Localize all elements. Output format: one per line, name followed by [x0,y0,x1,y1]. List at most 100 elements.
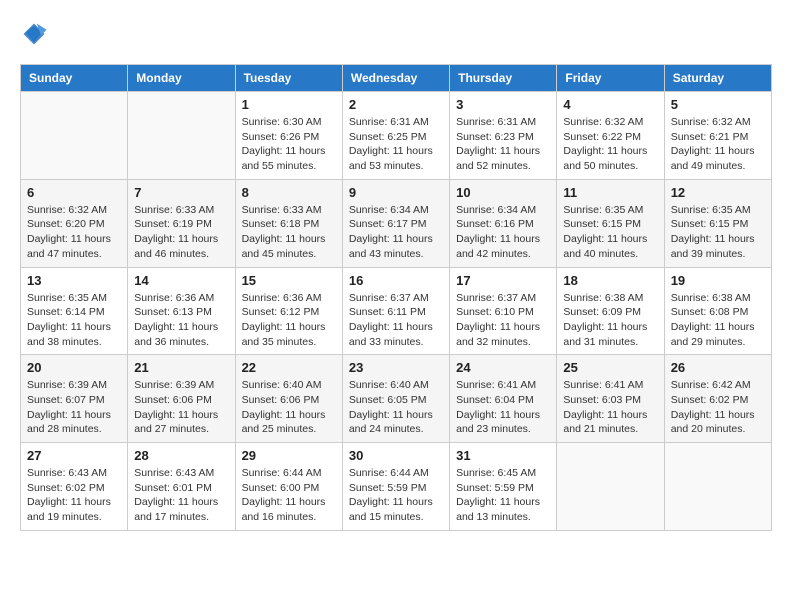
day-number: 31 [456,448,550,463]
day-info: Sunrise: 6:41 AMSunset: 6:04 PMDaylight:… [456,378,550,437]
day-number: 10 [456,185,550,200]
day-info: Sunrise: 6:37 AMSunset: 6:10 PMDaylight:… [456,291,550,350]
column-header-monday: Monday [128,65,235,92]
day-number: 27 [27,448,121,463]
calendar-cell: 20 Sunrise: 6:39 AMSunset: 6:07 PMDayligh… [21,355,128,443]
day-number: 28 [134,448,228,463]
calendar-cell: 2 Sunrise: 6:31 AMSunset: 6:25 PMDaylight… [342,92,449,180]
day-number: 7 [134,185,228,200]
logo-icon [20,20,48,48]
calendar-cell: 21 Sunrise: 6:39 AMSunset: 6:06 PMDayligh… [128,355,235,443]
day-number: 22 [242,360,336,375]
calendar-cell: 15 Sunrise: 6:36 AMSunset: 6:12 PMDayligh… [235,267,342,355]
calendar-cell: 10 Sunrise: 6:34 AMSunset: 6:16 PMDayligh… [450,179,557,267]
column-header-tuesday: Tuesday [235,65,342,92]
column-header-friday: Friday [557,65,664,92]
day-number: 25 [563,360,657,375]
day-info: Sunrise: 6:31 AMSunset: 6:23 PMDaylight:… [456,115,550,174]
calendar-cell: 26 Sunrise: 6:42 AMSunset: 6:02 PMDayligh… [664,355,771,443]
day-info: Sunrise: 6:37 AMSunset: 6:11 PMDaylight:… [349,291,443,350]
day-info: Sunrise: 6:32 AMSunset: 6:21 PMDaylight:… [671,115,765,174]
day-number: 12 [671,185,765,200]
day-info: Sunrise: 6:39 AMSunset: 6:06 PMDaylight:… [134,378,228,437]
calendar-week-1: 1Sunrise: 6:30 AMSunset: 6:26 PMDaylight… [21,92,772,180]
day-number: 19 [671,273,765,288]
day-info: Sunrise: 6:44 AMSunset: 6:00 PMDaylight:… [242,466,336,525]
day-info: Sunrise: 6:34 AMSunset: 6:17 PMDaylight:… [349,203,443,262]
calendar-cell: 11 Sunrise: 6:35 AMSunset: 6:15 PMDayligh… [557,179,664,267]
day-info: Sunrise: 6:38 AMSunset: 6:08 PMDaylight:… [671,291,765,350]
calendar-cell: 3 Sunrise: 6:31 AMSunset: 6:23 PMDaylight… [450,92,557,180]
calendar-cell: 28 Sunrise: 6:43 AMSunset: 6:01 PMDayligh… [128,443,235,531]
calendar-cell: 31 Sunrise: 6:45 AMSunset: 5:59 PMDayligh… [450,443,557,531]
calendar-table: SundayMondayTuesdayWednesdayThursdayFrid… [20,64,772,531]
calendar-cell: 25 Sunrise: 6:41 AMSunset: 6:03 PMDayligh… [557,355,664,443]
calendar-cell [21,92,128,180]
calendar-cell: 1Sunrise: 6:30 AMSunset: 6:26 PMDaylight… [235,92,342,180]
day-number: 13 [27,273,121,288]
day-info: Sunrise: 6:33 AMSunset: 6:19 PMDaylight:… [134,203,228,262]
calendar-header-row: SundayMondayTuesdayWednesdayThursdayFrid… [21,65,772,92]
page-header [20,20,772,48]
calendar-cell: 19 Sunrise: 6:38 AMSunset: 6:08 PMDayligh… [664,267,771,355]
day-number: 18 [563,273,657,288]
day-info: Sunrise: 6:31 AMSunset: 6:25 PMDaylight:… [349,115,443,174]
day-number: 30 [349,448,443,463]
day-info: Sunrise: 6:41 AMSunset: 6:03 PMDaylight:… [563,378,657,437]
calendar-cell: 23Sunrise: 6:40 AMSunset: 6:05 PMDayligh… [342,355,449,443]
calendar-cell: 6 Sunrise: 6:32 AMSunset: 6:20 PMDaylight… [21,179,128,267]
day-info: Sunrise: 6:42 AMSunset: 6:02 PMDaylight:… [671,378,765,437]
day-number: 1 [242,97,336,112]
day-number: 3 [456,97,550,112]
day-info: Sunrise: 6:45 AMSunset: 5:59 PMDaylight:… [456,466,550,525]
day-number: 26 [671,360,765,375]
calendar-cell: 24 Sunrise: 6:41 AMSunset: 6:04 PMDayligh… [450,355,557,443]
day-info: Sunrise: 6:35 AMSunset: 6:15 PMDaylight:… [671,203,765,262]
day-info: Sunrise: 6:39 AMSunset: 6:07 PMDaylight:… [27,378,121,437]
day-number: 24 [456,360,550,375]
calendar-cell [664,443,771,531]
calendar-cell: 30Sunrise: 6:44 AMSunset: 5:59 PMDayligh… [342,443,449,531]
calendar-cell: 27 Sunrise: 6:43 AMSunset: 6:02 PMDayligh… [21,443,128,531]
day-number: 15 [242,273,336,288]
day-info: Sunrise: 6:36 AMSunset: 6:12 PMDaylight:… [242,291,336,350]
calendar-cell: 18 Sunrise: 6:38 AMSunset: 6:09 PMDayligh… [557,267,664,355]
day-number: 21 [134,360,228,375]
day-number: 11 [563,185,657,200]
day-number: 2 [349,97,443,112]
calendar-cell [557,443,664,531]
day-info: Sunrise: 6:43 AMSunset: 6:02 PMDaylight:… [27,466,121,525]
column-header-saturday: Saturday [664,65,771,92]
day-number: 20 [27,360,121,375]
calendar-cell: 17 Sunrise: 6:37 AMSunset: 6:10 PMDayligh… [450,267,557,355]
day-info: Sunrise: 6:35 AMSunset: 6:15 PMDaylight:… [563,203,657,262]
calendar-week-5: 27 Sunrise: 6:43 AMSunset: 6:02 PMDayligh… [21,443,772,531]
column-header-thursday: Thursday [450,65,557,92]
day-info: Sunrise: 6:43 AMSunset: 6:01 PMDaylight:… [134,466,228,525]
calendar-cell: 8 Sunrise: 6:33 AMSunset: 6:18 PMDaylight… [235,179,342,267]
day-info: Sunrise: 6:36 AMSunset: 6:13 PMDaylight:… [134,291,228,350]
calendar-cell: 5Sunrise: 6:32 AMSunset: 6:21 PMDaylight… [664,92,771,180]
calendar-cell: 29 Sunrise: 6:44 AMSunset: 6:00 PMDayligh… [235,443,342,531]
day-number: 14 [134,273,228,288]
calendar-week-2: 6 Sunrise: 6:32 AMSunset: 6:20 PMDaylight… [21,179,772,267]
day-info: Sunrise: 6:32 AMSunset: 6:20 PMDaylight:… [27,203,121,262]
day-number: 6 [27,185,121,200]
day-number: 29 [242,448,336,463]
day-number: 17 [456,273,550,288]
day-number: 16 [349,273,443,288]
calendar-cell: 16 Sunrise: 6:37 AMSunset: 6:11 PMDayligh… [342,267,449,355]
day-info: Sunrise: 6:40 AMSunset: 6:06 PMDaylight:… [242,378,336,437]
logo [20,20,52,48]
calendar-week-3: 13 Sunrise: 6:35 AMSunset: 6:14 PMDayligh… [21,267,772,355]
day-info: Sunrise: 6:38 AMSunset: 6:09 PMDaylight:… [563,291,657,350]
calendar-cell: 4Sunrise: 6:32 AMSunset: 6:22 PMDaylight… [557,92,664,180]
calendar-cell: 9Sunrise: 6:34 AMSunset: 6:17 PMDaylight… [342,179,449,267]
calendar-cell: 13 Sunrise: 6:35 AMSunset: 6:14 PMDayligh… [21,267,128,355]
calendar-cell [128,92,235,180]
day-number: 8 [242,185,336,200]
day-info: Sunrise: 6:33 AMSunset: 6:18 PMDaylight:… [242,203,336,262]
day-info: Sunrise: 6:35 AMSunset: 6:14 PMDaylight:… [27,291,121,350]
day-info: Sunrise: 6:34 AMSunset: 6:16 PMDaylight:… [456,203,550,262]
day-info: Sunrise: 6:40 AMSunset: 6:05 PMDaylight:… [349,378,443,437]
